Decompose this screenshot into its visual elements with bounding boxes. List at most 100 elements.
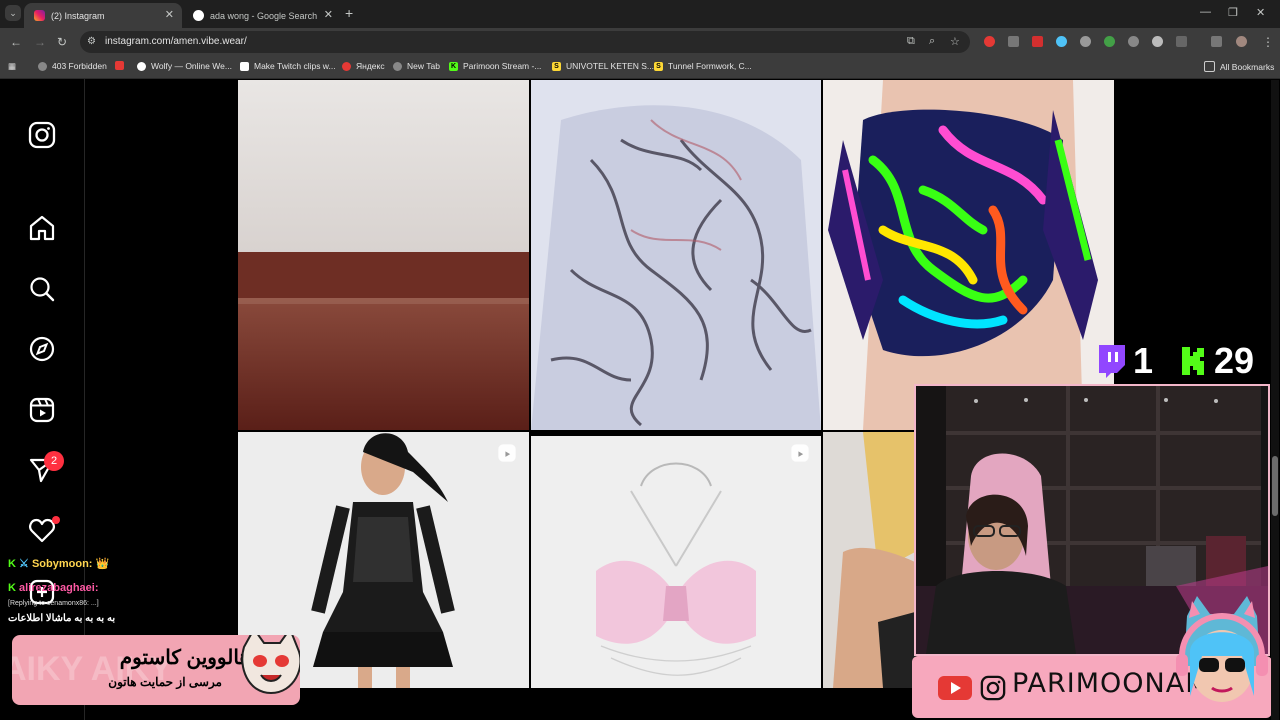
reload-icon[interactable]: ↻ bbox=[57, 35, 67, 49]
explore-icon[interactable] bbox=[28, 335, 56, 363]
zoom-icon[interactable]: ⌕ bbox=[929, 35, 935, 48]
s-icon: S bbox=[552, 61, 561, 71]
wolfy-icon bbox=[137, 61, 146, 71]
extension-icon[interactable] bbox=[984, 36, 995, 47]
chat-username: alirezabaghaei: bbox=[19, 582, 99, 594]
scrollbar-thumb[interactable] bbox=[1272, 456, 1278, 516]
chat-reply-text: [Replying to cenamonx86: ...] bbox=[8, 600, 99, 607]
new-tab-button[interactable]: + bbox=[345, 5, 353, 21]
folder-icon bbox=[1204, 61, 1215, 72]
tab-google-search[interactable]: ada wong - Google Search ✕ bbox=[183, 3, 341, 28]
close-window-button[interactable]: ✕ bbox=[1256, 6, 1265, 19]
tab-strip: ⌄ (2) Instagram ✕ ada wong - Google Sear… bbox=[0, 0, 1280, 28]
kick-icon: K bbox=[8, 558, 16, 570]
bookmark-item[interactable]: S Tunnel Formwork, C... bbox=[654, 61, 752, 71]
banner-title: هالووین کاستوم bbox=[119, 647, 250, 669]
browser-toolbar: ← → ↻ ⚙ instagram.com/amen.vibe.wear/ ⧉ … bbox=[0, 28, 1280, 56]
bookmark-item[interactable]: Wolfy — Online We... bbox=[137, 61, 232, 71]
tab-instagram[interactable]: (2) Instagram ✕ bbox=[24, 3, 182, 28]
url-text: instagram.com/amen.vibe.wear/ bbox=[105, 36, 247, 47]
close-icon[interactable]: ✕ bbox=[324, 8, 333, 21]
bookmark-item[interactable]: Make Twitch clips w... bbox=[240, 61, 336, 71]
tab-title: (2) Instagram bbox=[51, 10, 105, 21]
post-image-blonde bbox=[823, 432, 915, 688]
post-thumbnail[interactable] bbox=[823, 432, 915, 688]
bookmark-item[interactable] bbox=[115, 61, 129, 70]
home-icon[interactable] bbox=[28, 214, 56, 242]
globe-icon bbox=[38, 61, 47, 71]
twitch-icon bbox=[1099, 345, 1125, 378]
kick-icon: K bbox=[449, 61, 458, 71]
bookmark-star-icon[interactable]: ☆ bbox=[950, 35, 960, 48]
s-icon: S bbox=[654, 61, 663, 71]
bookmark-item[interactable]: K Parimoon Stream -... bbox=[449, 61, 541, 71]
bookmarks-bar: ▦ 403 Forbidden Wolfy — Online We... Mak… bbox=[0, 56, 1280, 79]
youtube-icon bbox=[938, 676, 972, 700]
post-thumbnail[interactable] bbox=[238, 80, 529, 430]
restore-button[interactable]: ❐ bbox=[1228, 6, 1238, 19]
extension-icon[interactable] bbox=[1056, 36, 1067, 47]
clip-icon bbox=[240, 61, 249, 71]
chat-message: K alirezabaghaei: bbox=[8, 582, 99, 594]
tab-title: ada wong - Google Search bbox=[210, 10, 318, 21]
chat-message: K ⚔ Sobymoon: 👑 bbox=[8, 557, 109, 570]
post-image-wall bbox=[238, 80, 529, 430]
extension-icon[interactable] bbox=[1080, 36, 1091, 47]
sword-icon: ⚔ bbox=[19, 558, 29, 570]
address-bar[interactable]: ⚙ instagram.com/amen.vibe.wear/ ⧉ ⌕ ☆ bbox=[80, 31, 970, 53]
chat-username: Sobymoon: bbox=[31, 558, 93, 570]
chat-text: به به به به ماشالا اطلاعات bbox=[8, 613, 116, 624]
post-thumbnail[interactable] bbox=[531, 80, 821, 430]
halloween-banner: AIKY AIKY هالووین کاستوم مرسی از حمایت ه… bbox=[12, 635, 300, 705]
extension-icon[interactable] bbox=[1128, 36, 1139, 47]
messages-badge: 2 bbox=[44, 451, 64, 471]
bookmark-item[interactable]: S UNIVOTEL KETEN S... bbox=[552, 61, 654, 71]
reels-icon[interactable] bbox=[28, 396, 56, 424]
crown-emote-icon: 👑 bbox=[95, 558, 110, 570]
kick-icon: K bbox=[8, 582, 16, 594]
puzzle-icon[interactable] bbox=[1176, 36, 1187, 47]
globe-icon bbox=[393, 61, 402, 71]
extension-icon[interactable] bbox=[1008, 36, 1019, 47]
minimize-button[interactable]: — bbox=[1200, 6, 1211, 18]
bookmark-item[interactable]: 403 Forbidden bbox=[38, 61, 107, 71]
avatar[interactable] bbox=[1236, 36, 1247, 47]
post-image-fabric bbox=[531, 80, 821, 430]
notification-dot bbox=[52, 516, 60, 524]
scrollbar-track[interactable] bbox=[1271, 80, 1279, 720]
tab-search-button[interactable]: ⌄ bbox=[5, 5, 21, 21]
post-image-pink-top bbox=[531, 436, 821, 688]
yandex-icon bbox=[342, 61, 351, 71]
shield-icon[interactable] bbox=[1152, 36, 1163, 47]
apps-icon[interactable]: ▦ bbox=[8, 61, 16, 72]
bookmark-item[interactable]: Яндекс bbox=[342, 61, 385, 71]
cat-mascot-icon bbox=[241, 635, 300, 695]
search-icon[interactable] bbox=[28, 275, 56, 303]
youtube-icon bbox=[115, 61, 124, 70]
kick-viewer-count: 29 bbox=[1180, 340, 1254, 382]
all-bookmarks[interactable]: All Bookmarks bbox=[1204, 61, 1274, 72]
instagram-favicon-icon bbox=[34, 10, 45, 21]
close-icon[interactable]: ✕ bbox=[165, 8, 174, 21]
post-thumbnail[interactable] bbox=[531, 436, 821, 688]
kick-icon bbox=[1182, 347, 1204, 375]
forward-icon[interactable]: → bbox=[34, 35, 46, 49]
install-app-icon[interactable]: ⧉ bbox=[907, 35, 915, 48]
site-info-icon[interactable]: ⚙ bbox=[87, 36, 96, 47]
twitch-viewer-count: 1 bbox=[1095, 340, 1153, 382]
back-icon[interactable]: ← bbox=[10, 35, 22, 49]
banner-subtitle: مرسی از حمایت هاتون bbox=[108, 675, 222, 689]
instagram-icon bbox=[980, 675, 1006, 701]
streamer-avatar-icon bbox=[1176, 596, 1268, 702]
youtube-extension-icon[interactable] bbox=[1032, 36, 1043, 47]
google-favicon-icon bbox=[193, 10, 204, 21]
post-image-neon-bodysuit bbox=[823, 80, 1114, 430]
menu-icon[interactable]: ⋮ bbox=[1262, 35, 1274, 49]
bookmark-item[interactable]: New Tab bbox=[393, 61, 440, 71]
extension-icon[interactable] bbox=[1104, 36, 1115, 47]
instagram-logo-icon[interactable] bbox=[28, 121, 56, 149]
reel-indicator-icon bbox=[498, 444, 516, 462]
post-thumbnail[interactable] bbox=[823, 80, 1114, 430]
reel-indicator-icon bbox=[791, 444, 809, 462]
tab-search-icon[interactable] bbox=[1211, 36, 1222, 47]
